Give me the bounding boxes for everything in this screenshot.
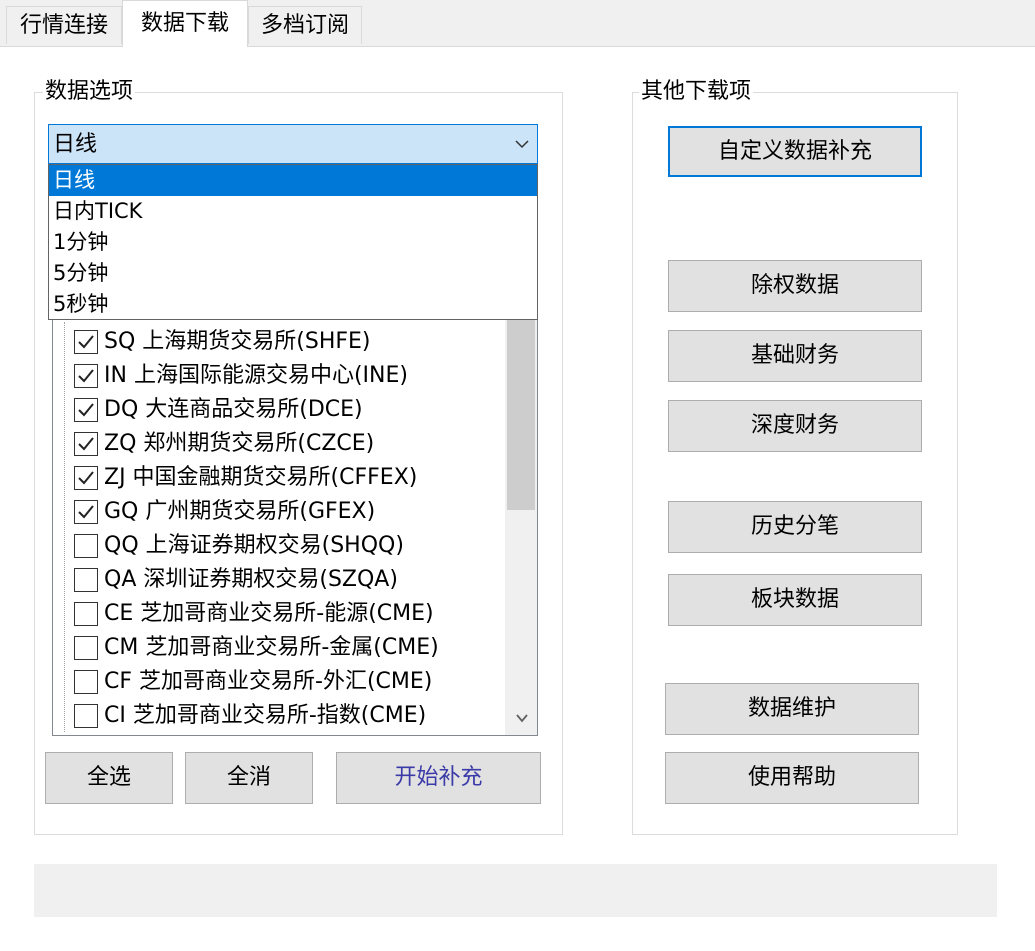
market-checkbox[interactable] xyxy=(74,636,98,660)
market-checkbox[interactable] xyxy=(74,398,98,422)
history-ticks-button[interactable]: 历史分笔 xyxy=(668,501,922,553)
period-selected-value: 日线 xyxy=(53,132,98,157)
tab-depth-subscribe[interactable]: 多档订阅 xyxy=(248,6,362,44)
market-checkbox[interactable] xyxy=(74,466,98,490)
market-label: CI 芝加哥商业交易所-指数(CME) xyxy=(104,703,427,728)
checkmark-icon xyxy=(78,505,94,519)
market-checkbox[interactable] xyxy=(74,602,98,626)
market-label: IN 上海国际能源交易中心(INE) xyxy=(104,363,408,388)
market-checkbox[interactable] xyxy=(74,330,98,354)
market-label: QA 深圳证券期权交易(SZQA) xyxy=(104,567,398,592)
data-maintenance-button[interactable]: 数据维护 xyxy=(665,683,919,735)
start-supplement-button[interactable]: 开始补充 xyxy=(336,752,541,804)
market-checkbox[interactable] xyxy=(74,500,98,524)
market-label: CF 芝加哥商业交易所-外汇(CME) xyxy=(104,669,433,694)
period-option-5sec[interactable]: 5秒钟 xyxy=(49,289,537,320)
checkmark-icon xyxy=(78,369,94,383)
market-label: ZJ 中国金融期货交易所(CFFEX) xyxy=(104,465,418,490)
tab-bar: 行情连接 数据下载 多档订阅 xyxy=(0,0,1035,47)
other-downloads-title: 其他下载项 xyxy=(639,77,754,107)
market-checkbox[interactable] xyxy=(74,534,98,558)
market-checkbox[interactable] xyxy=(74,432,98,456)
period-dropdown: 日线 日内TICK 1分钟 5分钟 5秒钟 xyxy=(48,164,538,320)
tab-data-download[interactable]: 数据下载 xyxy=(122,0,248,47)
market-label: ZQ 郑州期货交易所(CZCE) xyxy=(104,431,375,456)
basic-finance-button[interactable]: 基础财务 xyxy=(668,330,922,382)
market-label: CE 芝加哥商业交易所-能源(CME) xyxy=(104,601,434,626)
market-label: DQ 大连商品交易所(DCE) xyxy=(104,397,363,422)
checkmark-icon xyxy=(78,437,94,451)
checkmark-icon xyxy=(78,403,94,417)
select-all-button[interactable]: 全选 xyxy=(45,752,173,804)
tree-connector xyxy=(64,322,65,732)
status-bar xyxy=(34,864,997,917)
exright-data-button[interactable]: 除权数据 xyxy=(668,260,922,312)
market-label: SQ 上海期货交易所(SHFE) xyxy=(104,329,371,354)
help-button[interactable]: 使用帮助 xyxy=(665,752,919,804)
checkmark-icon xyxy=(78,471,94,485)
market-checkbox[interactable] xyxy=(74,364,98,388)
deselect-all-button[interactable]: 全消 xyxy=(185,752,313,804)
checkmark-icon xyxy=(78,335,94,349)
market-checkbox[interactable] xyxy=(74,704,98,728)
market-label: GQ 广州期货交易所(GFEX) xyxy=(104,499,376,524)
custom-data-button[interactable]: 自定义数据补充 xyxy=(668,126,922,177)
scrollbar-thumb[interactable] xyxy=(507,320,535,510)
market-label: CM 芝加哥商业交易所-金属(CME) xyxy=(104,635,439,660)
market-checkbox[interactable] xyxy=(74,670,98,694)
deep-finance-button[interactable]: 深度财务 xyxy=(668,400,922,452)
chevron-down-icon[interactable] xyxy=(515,137,529,151)
data-options-title: 数据选项 xyxy=(43,77,136,107)
sector-data-button[interactable]: 板块数据 xyxy=(668,574,922,626)
period-option-intraday-tick[interactable]: 日内TICK xyxy=(49,196,537,227)
period-select[interactable]: 日线 xyxy=(48,124,538,164)
chevron-down-icon[interactable] xyxy=(515,711,529,725)
period-option-5min[interactable]: 5分钟 xyxy=(49,258,537,289)
market-label: QQ 上海证券期权交易(SHQQ) xyxy=(104,533,404,558)
tab-market-connection[interactable]: 行情连接 xyxy=(6,6,122,44)
period-option-daily[interactable]: 日线 xyxy=(49,165,537,196)
market-checkbox[interactable] xyxy=(74,568,98,592)
period-option-1min[interactable]: 1分钟 xyxy=(49,227,537,258)
